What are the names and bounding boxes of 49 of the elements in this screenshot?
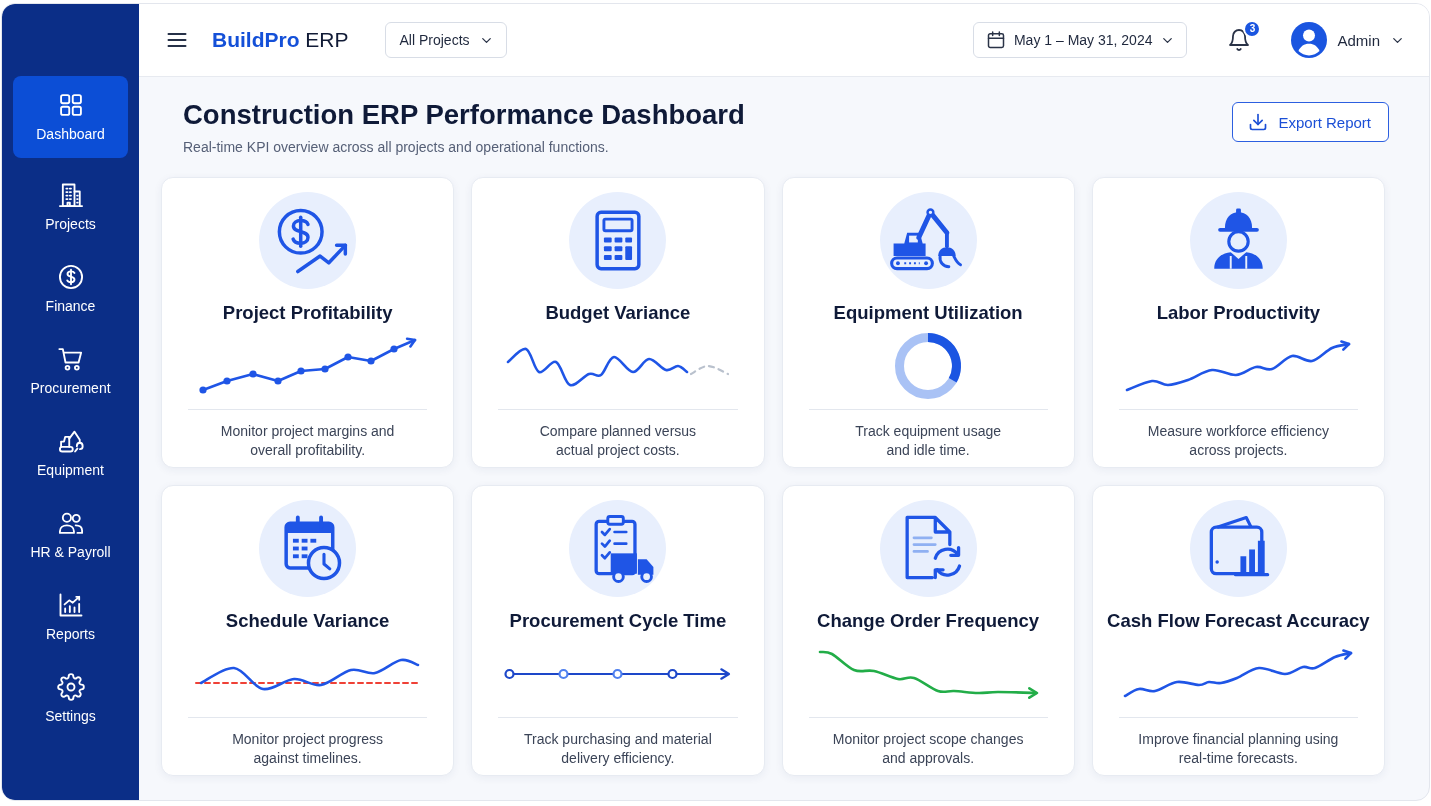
card-description: Measure workforce efficiency across projects. [1147, 422, 1329, 460]
export-button[interactable]: Export Report [1232, 102, 1389, 142]
card-description: Improve financial planning using real-time forecasts. [1138, 730, 1339, 768]
nav-item[interactable]: HR & Payroll [13, 494, 128, 576]
nav-item[interactable]: Equipment [13, 412, 128, 494]
wallet-chart-icon [1189, 500, 1287, 597]
donut-chart [893, 333, 964, 399]
card-title: Change Order Frequency [817, 609, 1040, 633]
card-title: Budget Variance [545, 301, 691, 325]
nav-item[interactable]: Settings [13, 658, 128, 740]
clipboard-truck-icon [569, 500, 667, 597]
dollar-circle-icon [56, 263, 85, 291]
card-title: Equipment Utilization [833, 301, 1023, 325]
user-avatar-icon [1291, 22, 1328, 58]
page-subtitle: Real-time KPI overview across all projects and operational functions. [183, 138, 610, 156]
nav-item[interactable]: Procurement [13, 330, 128, 412]
calendar-icon [985, 30, 1006, 50]
settings-icon [56, 673, 85, 701]
document-refresh-icon [879, 500, 977, 597]
card-description: Monitor project scope changes and approvals. [832, 730, 1024, 768]
download-icon [1248, 112, 1269, 132]
worker-icon [1189, 192, 1287, 289]
nav-item[interactable]: Projects [13, 166, 128, 248]
card-description: Monitor project progress against timelines. [232, 730, 384, 768]
building-icon [56, 181, 85, 209]
card-description: Track equipment usage and idle time. [855, 422, 1001, 460]
dollar-trend-icon [259, 192, 357, 289]
card-description: Monitor project margins and overall profitability. [220, 422, 395, 460]
page-title: Construction ERP Performance Dashboard [183, 98, 745, 132]
notification-badge: 3 [1243, 20, 1262, 38]
date-range-picker[interactable]: May 1 – May 31, 2024 [972, 22, 1188, 58]
nav-item[interactable]: Dashboard [13, 76, 128, 158]
app-name: BuildPro ERP [212, 28, 349, 52]
card-title: Labor Productivity [1156, 301, 1321, 325]
project-dropdown[interactable]: All Projects [384, 22, 507, 58]
shopping-cart-icon [56, 345, 85, 373]
calendar-clock-icon [259, 500, 357, 597]
bell-icon[interactable] [1227, 28, 1252, 52]
card-description: Compare planned versus actual project costs. [539, 422, 697, 460]
card-title: Procurement Cycle Time [509, 609, 727, 633]
card-description: Track purchasing and material delivery efficiency. [523, 730, 712, 768]
calculator-icon [569, 192, 667, 289]
nav-item[interactable]: Finance [13, 248, 128, 330]
card-title: Schedule Variance [225, 609, 390, 633]
user-menu[interactable]: Admin [1291, 22, 1405, 58]
excavator-icon [879, 192, 977, 289]
card-title: Project Profitability [222, 301, 393, 325]
nav-item[interactable]: Reports [13, 576, 128, 658]
card-title: Cash Flow Forecast Accuracy [1107, 609, 1370, 633]
